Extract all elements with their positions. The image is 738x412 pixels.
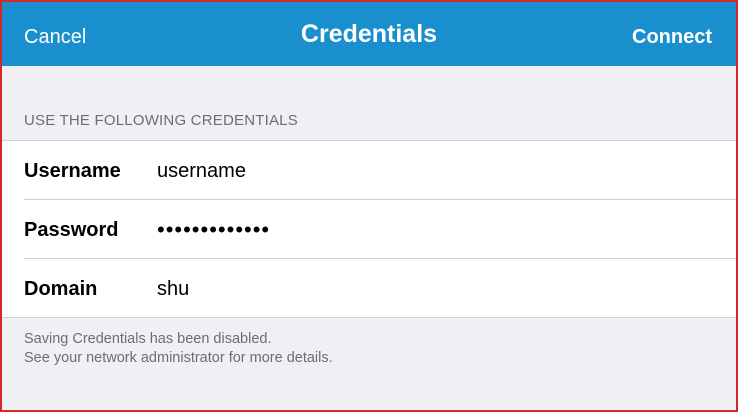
- credentials-screen: Cancel Credentials Connect USE THE FOLLO…: [0, 0, 738, 412]
- page-title: Credentials: [300, 20, 438, 48]
- footer-line-2: See your network administrator for more …: [24, 350, 333, 366]
- password-field[interactable]: [157, 212, 717, 248]
- username-row[interactable]: Username: [2, 141, 736, 200]
- domain-field[interactable]: [157, 271, 717, 307]
- domain-row[interactable]: Domain: [2, 259, 736, 318]
- connect-button[interactable]: Connect: [632, 26, 712, 49]
- domain-label: Domain: [24, 278, 98, 300]
- username-field[interactable]: [157, 153, 717, 189]
- username-label: Username: [24, 160, 121, 182]
- footer-line-1: Saving Credentials has been disabled.: [24, 331, 272, 347]
- footer-note: Saving Credentials has been disabled. Se…: [24, 330, 333, 368]
- credentials-form: Username Password Domain: [2, 140, 736, 318]
- navigation-bar: Cancel Credentials Connect: [2, 2, 736, 66]
- password-label: Password: [24, 219, 119, 241]
- password-row[interactable]: Password: [2, 200, 736, 259]
- section-header: USE THE FOLLOWING CREDENTIALS: [24, 112, 298, 129]
